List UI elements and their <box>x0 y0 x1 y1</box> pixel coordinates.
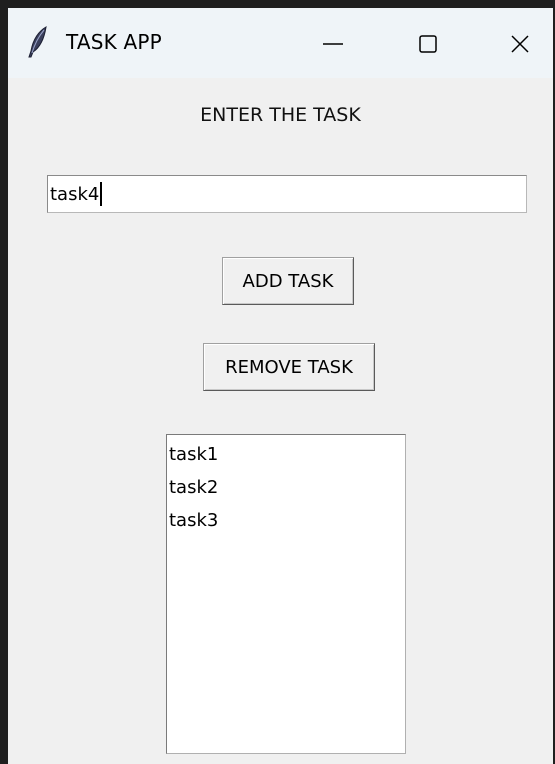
remove-task-button[interactable]: REMOVE TASK <box>203 343 375 391</box>
minimize-icon <box>323 43 343 45</box>
feather-icon <box>26 26 50 58</box>
list-item[interactable]: task3 <box>169 504 403 537</box>
close-icon <box>511 35 529 53</box>
list-item[interactable]: task2 <box>169 471 403 504</box>
list-item[interactable]: task1 <box>169 438 403 471</box>
task-listbox[interactable]: task1 task2 task3 <box>166 434 406 754</box>
text-caret <box>100 182 103 206</box>
window-title: TASK APP <box>66 30 162 54</box>
minimize-button[interactable] <box>303 16 363 72</box>
task-heading: ENTER THE TASK <box>200 104 361 126</box>
close-button[interactable] <box>490 16 550 72</box>
maximize-icon <box>419 35 437 53</box>
task-input-value: task4 <box>50 183 100 205</box>
task-input[interactable]: task4 <box>47 175 527 213</box>
main-content: ENTER THE TASK task4 ADD TASK REMOVE TAS… <box>8 78 553 764</box>
maximize-button[interactable] <box>398 16 458 72</box>
app-window: TASK APP ENTER THE TASK task4 ADD TASK R… <box>0 0 555 764</box>
add-task-button[interactable]: ADD TASK <box>222 257 354 305</box>
title-bar[interactable]: TASK APP <box>8 8 553 78</box>
